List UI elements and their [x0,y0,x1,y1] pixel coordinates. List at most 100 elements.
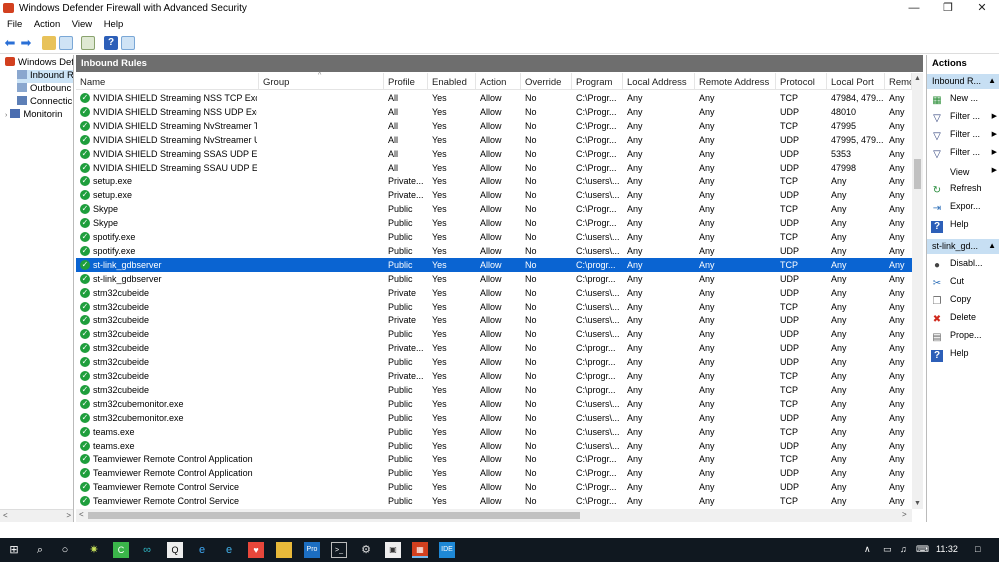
action-filter-item[interactable]: ▽ Filter ... ▶ [931,111,999,127]
back-icon[interactable]: ⬅ [3,36,17,50]
action-help-item[interactable]: ? Help [931,219,999,235]
arduino-icon[interactable]: ∞ [139,542,155,558]
tree-item-monitoring[interactable]: › Monitorin [5,109,62,122]
table-row[interactable]: ✓ stm32cubeide Private... Yes Allow No C:\prog… [76,369,912,383]
terminal-icon[interactable]: >_ [331,542,347,558]
table-row[interactable]: ✓NVIDIA SHIELD Streaming NSS TCP Excep..… [76,91,912,105]
notifications-icon[interactable]: □ [975,544,980,554]
table-row[interactable]: ✓ stm32cubeide Public Yes Allow No C:\users\..… [76,327,912,341]
column-header-local-port[interactable]: Local Port [827,73,885,90]
tree-item-outbound-rules[interactable]: Outbounc [17,83,71,96]
minimize-button[interactable]: — [897,0,931,17]
table-row[interactable]: ✓ NVIDIA SHIELD Streaming NvStreamer U...… [76,133,912,147]
table-row[interactable]: ✓ Teamviewer Remote Control Application Pu… [76,452,912,466]
scroll-left-icon[interactable]: < [79,510,84,519]
column-header-enabled[interactable]: Enabled [428,73,476,90]
task-view-icon[interactable]: ○ [57,542,73,558]
app-search-icon[interactable]: Q [167,542,183,558]
table-row[interactable]: ✓ NVIDIA SHIELD Streaming SSAS UDP Exc...… [76,147,912,161]
table-row[interactable]: ✓ NVIDIA SHIELD Streaming NvStreamer TC..… [76,119,912,133]
up-folder-icon[interactable] [42,36,56,50]
table-row[interactable]: ✓ stm32cubemonitor.exe Public Yes Allow No C:\… [76,397,912,411]
clock[interactable]: 11:32 [936,544,958,554]
action-help-item[interactable]: ? Help [931,348,999,364]
maximize-button[interactable]: ❐ [931,0,965,17]
column-header-group[interactable]: Group [259,73,384,90]
action-new-item[interactable]: ▦ New ... [931,93,999,109]
show-hide-actions-icon[interactable] [121,36,135,50]
menu-file[interactable]: File [0,17,22,30]
language-icon[interactable]: ⌨ [916,544,929,555]
table-row[interactable]: ✓ Teamviewer Remote Control Service Public… [76,494,912,508]
help-icon[interactable]: ? [104,36,118,50]
action-filter-item[interactable]: ▽ Filter ... ▶ [931,129,999,145]
close-button[interactable]: ✕ [965,0,999,17]
collapse-icon[interactable]: ▲ [988,76,996,85]
table-row[interactable]: ✓ st-link_gdbserver Public Yes Allow No C:\pro… [76,272,912,286]
app-green-icon[interactable]: C [113,542,129,558]
column-header-override[interactable]: Override [521,73,572,90]
table-row[interactable]: ✓ setup.exe Private... Yes Allow No C:\users\.… [76,174,912,188]
collapse-icon[interactable]: ▲ [988,241,996,250]
action-filter-item[interactable]: ▽ Filter ... ▶ [931,147,999,163]
scroll-up-icon[interactable]: ▲ [912,75,923,82]
table-row[interactable]: ✓ teams.exe Public Yes Allow No C:\users\... An… [76,425,912,439]
action-disabl-item[interactable]: ● Disabl... [931,258,999,274]
export-list-icon[interactable] [81,36,95,50]
scroll-right-icon[interactable]: > [66,511,71,520]
menu-action[interactable]: Action [27,17,60,30]
tree-horizontal-scrollbar[interactable]: < > [0,509,73,522]
search-icon[interactable]: ⌕ [32,542,48,558]
ide-icon[interactable]: IDE [439,542,455,558]
vertical-scroll-thumb[interactable] [914,159,921,189]
app-red-icon[interactable]: ♥ [248,542,264,558]
tree-item-inbound-rules[interactable]: Inbound R [17,70,73,83]
vertical-scrollbar[interactable]: ▲ ▼ [912,73,923,509]
table-row[interactable]: ✓ stm32cubeide Private... Yes Allow No C:\prog… [76,341,912,355]
table-row[interactable]: ✓ NVIDIA SHIELD Streaming SSAU UDP Exc...… [76,161,912,175]
app-gear-icon[interactable]: ⚙ [358,542,374,558]
action-refresh-item[interactable]: ↻ Refresh [931,183,999,199]
column-header-remc[interactable]: Remc [885,73,912,90]
edge-icon[interactable]: e [194,542,210,558]
column-header-remote-address[interactable]: Remote Address [695,73,776,90]
column-header-action[interactable]: Action [476,73,521,90]
show-hide-tree-icon[interactable] [59,36,73,50]
column-header-profile[interactable]: Profile [384,73,428,90]
table-row[interactable]: ✓ stm32cubeide Public Yes Allow No C:\progr...… [76,383,912,397]
action-cut-item[interactable]: ✂ Cut [931,276,999,292]
app-blue-icon[interactable]: Pro [304,542,320,558]
table-row[interactable]: ✓ NVIDIA SHIELD Streaming NSS UDP Exce...… [76,105,912,119]
table-row[interactable]: ✓ Teamviewer Remote Control Service Public… [76,480,912,494]
file-explorer-icon[interactable] [276,542,292,558]
start-icon[interactable]: ⊞ [6,542,22,558]
firewall-taskbar-icon[interactable]: ▦ [412,542,428,558]
forward-icon[interactable]: ➡ [19,36,33,50]
action-view-item[interactable]: View ▶ [931,165,999,181]
tree-item-root[interactable]: Windows Defe [5,57,73,70]
tree-item-connection-security[interactable]: Connectic [17,96,72,109]
volume-icon[interactable]: ♫ [900,544,907,554]
expand-chevron-icon[interactable]: › [5,112,7,119]
scroll-left-icon[interactable]: < [3,511,8,520]
table-row[interactable]: ✓ spotify.exe Public Yes Allow No C:\users\...… [76,230,912,244]
menu-view[interactable]: View [65,17,92,30]
table-row[interactable]: ✓ Skype Public Yes Allow No C:\Progr... Any Any U… [76,216,912,230]
action-expor-item[interactable]: ⇥ Expor... [931,201,999,217]
table-row[interactable]: ✓ stm32cubemonitor.exe Public Yes Allow No C:\… [76,411,912,425]
table-row[interactable]: ✓ setup.exe Private... Yes Allow No C:\users\.… [76,188,912,202]
action-prope-item[interactable]: ▤ Prope... [931,330,999,346]
table-row[interactable]: ✓ stm32cubeide Public Yes Allow No C:\users\..… [76,300,912,314]
horizontal-scrollbar[interactable]: < > [76,509,912,522]
table-row[interactable]: ✓ stm32cubeide Public Yes Allow No C:\progr...… [76,355,912,369]
action-delete-item[interactable]: ✖ Delete [931,312,999,328]
scroll-down-icon[interactable]: ▼ [912,500,923,507]
table-row[interactable]: ✓ teams.exe Public Yes Allow No C:\users\... An… [76,439,912,453]
column-header-protocol[interactable]: Protocol [776,73,827,90]
app-bug-icon[interactable]: ✷ [86,542,102,558]
table-row[interactable]: ✓ spotify.exe Public Yes Allow No C:\users\...… [76,244,912,258]
app-window-icon[interactable]: ▣ [385,542,401,558]
actions-section-inbound[interactable]: Inbound R... ▲ [927,74,999,89]
table-row[interactable]: ✓ stm32cubeide Private Yes Allow No C:\users\.… [76,286,912,300]
edge-beta-icon[interactable]: e [221,542,237,558]
